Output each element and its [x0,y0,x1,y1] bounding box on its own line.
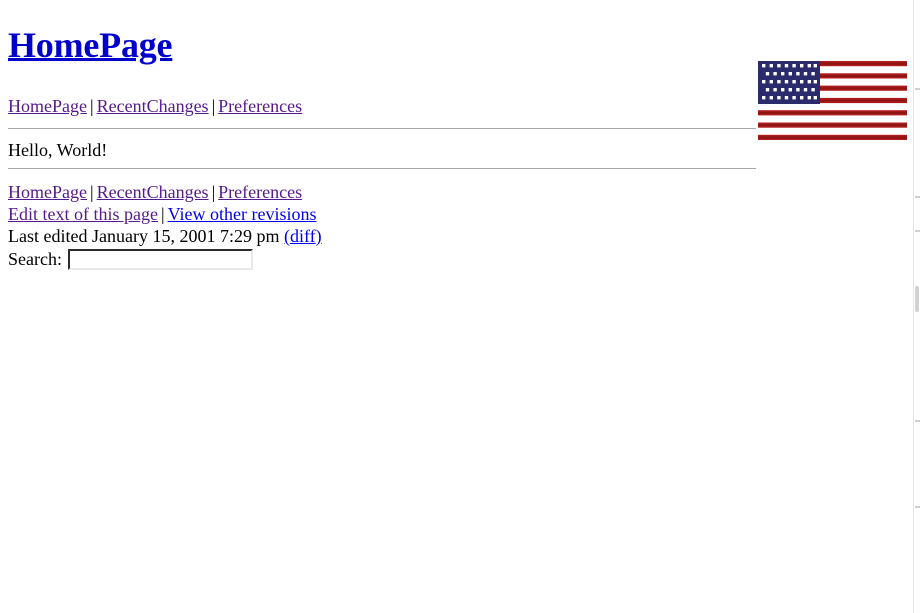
nav-link-homepage[interactable]: HomePage [8,96,87,116]
nav-link-recentchanges[interactable]: RecentChanges [97,96,209,116]
footer-separator: | [89,182,94,202]
search-row: Search: [8,247,253,271]
edit-page-link[interactable]: Edit text of this page [8,204,158,224]
footer-link-recentchanges[interactable]: RecentChanges [97,182,209,202]
page-body-text: Hello, World! [8,140,108,160]
horizontal-rule-top [8,128,756,129]
footer-navigation-row: HomePage | RecentChanges | Preferences [8,181,322,203]
nav-link-preferences[interactable]: Preferences [218,96,302,116]
scrollbar-thumb[interactable] [915,286,919,312]
footer-separator: | [160,204,165,224]
diff-link[interactable]: (diff) [284,226,322,246]
footer-separator: | [211,182,216,202]
wiki-page: HomePage HomePage | RecentChanges | Preferen… [0,0,913,613]
view-revisions-link[interactable]: View other revisions [168,204,317,224]
page-title: HomePage [8,24,173,66]
last-edited-row: Last edited January 15, 2001 7:29 pm (di… [8,225,322,247]
horizontal-rule-bottom [8,168,756,169]
footer-actions-row: Edit text of this page | View other revisi… [8,203,322,225]
top-navigation-bar: HomePage | RecentChanges | Preferences [8,95,302,117]
nav-separator: | [211,96,216,116]
footer-link-homepage[interactable]: HomePage [8,182,87,202]
page-footer: HomePage | RecentChanges | Preferences Edit … [8,181,322,247]
page-title-link[interactable]: HomePage [8,25,173,65]
nav-separator: | [89,96,94,116]
footer-link-preferences[interactable]: Preferences [218,182,302,202]
american-flag-image [758,61,907,141]
last-edited-text: Last edited January 15, 2001 7:29 pm [8,226,280,246]
search-label: Search: [8,249,62,269]
search-input[interactable] [67,248,253,270]
vertical-scrollbar[interactable] [913,0,920,613]
